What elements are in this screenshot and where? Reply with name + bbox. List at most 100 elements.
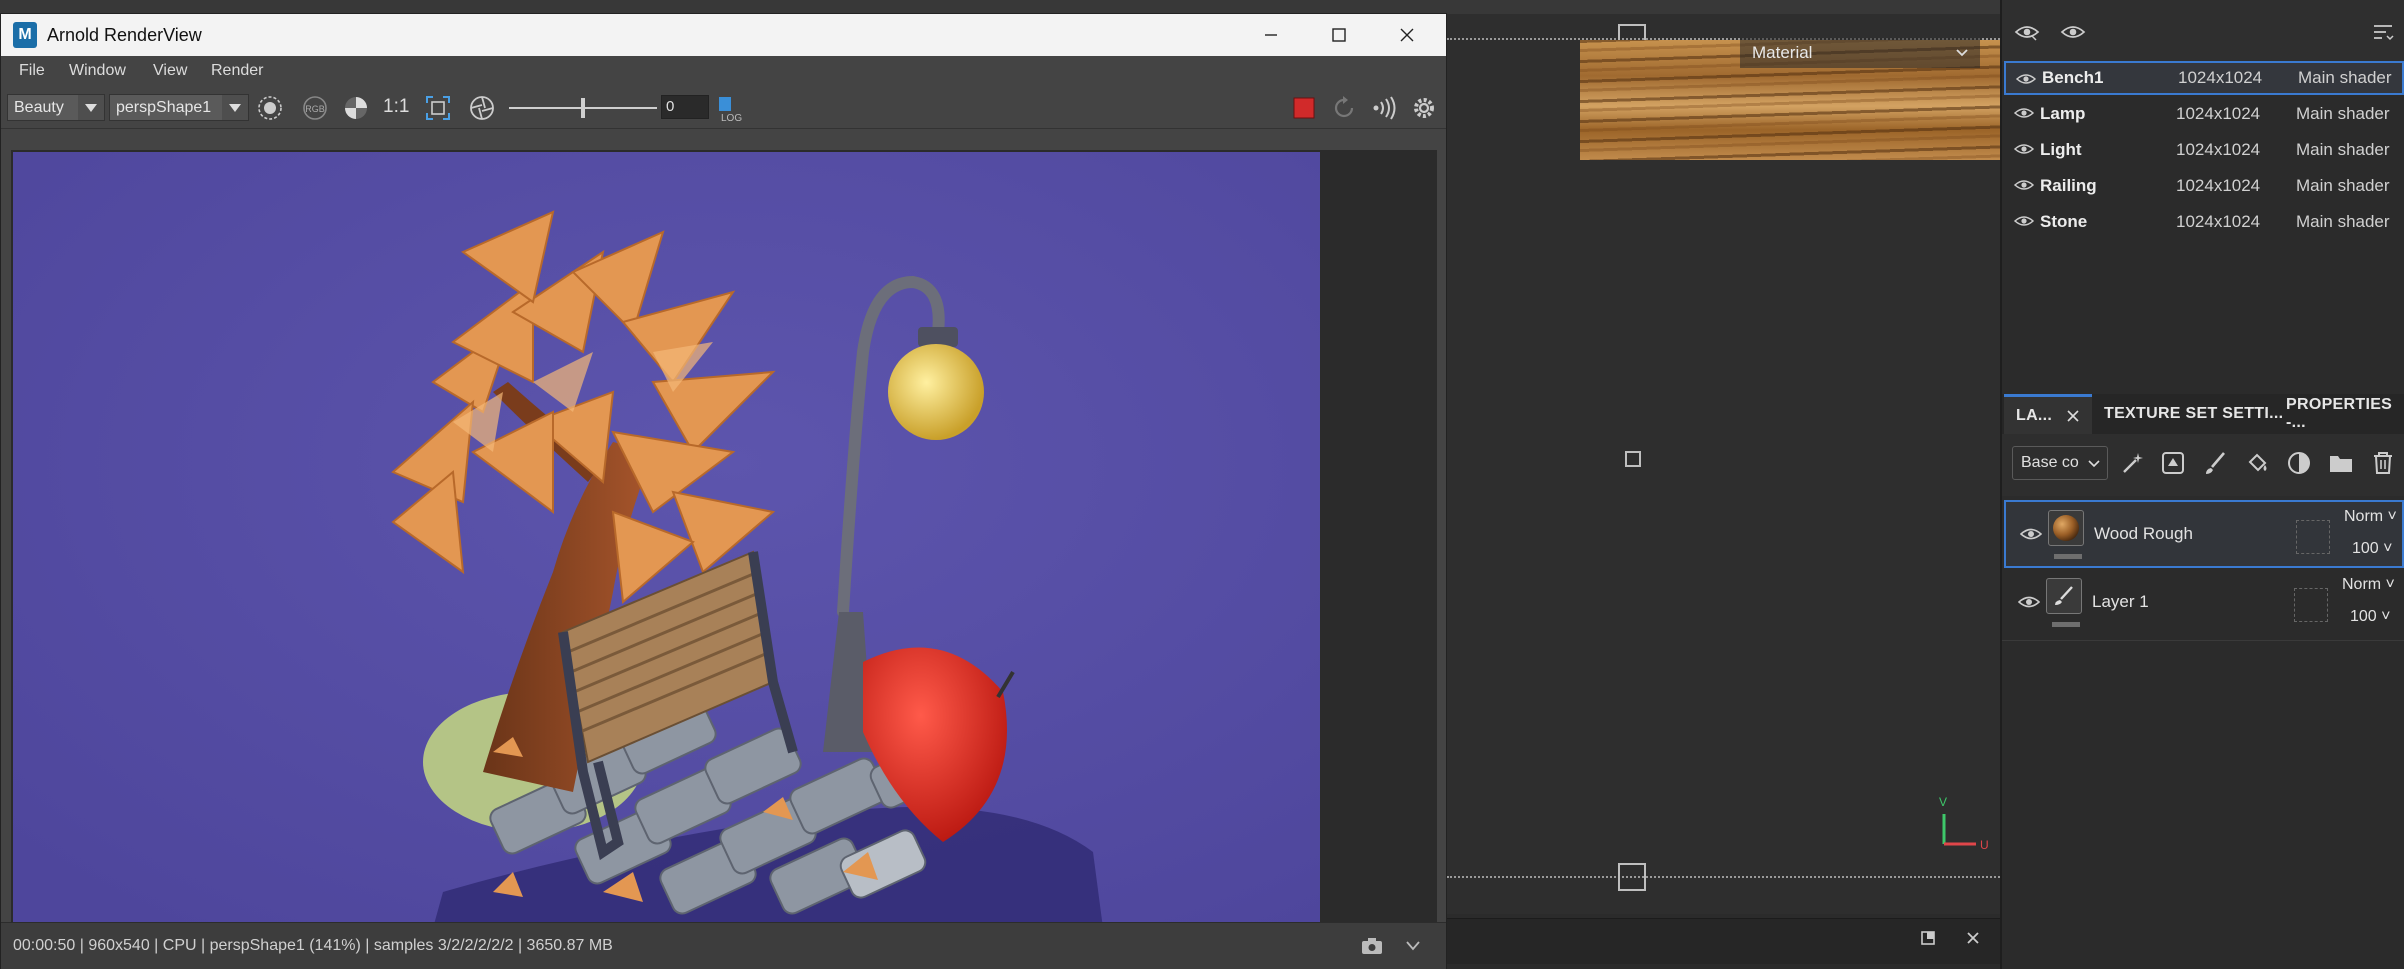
texture-set-name: Lamp: [2040, 104, 2086, 123]
uv-handle-bottom[interactable]: [1618, 863, 1646, 891]
menu-bar: File Window View Render: [1, 56, 1446, 86]
visibility-eye-icon[interactable]: [2014, 106, 2034, 120]
menu-render[interactable]: Render: [211, 62, 263, 80]
texture-set-row-stone[interactable]: Stone 1024x1024 Main shader: [2004, 205, 2404, 239]
uv-handle-center[interactable]: [1625, 451, 1641, 467]
tab-layers[interactable]: LA...: [2004, 394, 2092, 434]
close-button[interactable]: [1373, 14, 1441, 56]
layer-mask-slot[interactable]: [2296, 520, 2330, 554]
settings-gear-icon[interactable]: [1411, 95, 1437, 121]
texture-set-resolution: 1024x1024: [2176, 140, 2261, 159]
visibility-eye-icon[interactable]: [2014, 214, 2034, 228]
ratio-1-1-button[interactable]: 1:1: [383, 96, 409, 118]
menu-view[interactable]: View: [153, 62, 187, 80]
smart-material-icon[interactable]: [2286, 450, 2312, 476]
uv-axis-u-label: U: [1980, 838, 1989, 852]
solo-eye-icon[interactable]: [2060, 22, 2086, 42]
menu-window[interactable]: Window: [69, 62, 126, 80]
visibility-eye-icon[interactable]: [2014, 142, 2034, 156]
visibility-eye-icon[interactable]: [2018, 594, 2040, 610]
snapshot-camera-icon[interactable]: [1361, 937, 1383, 955]
tab-properties-label: PROPERTIES -...: [2286, 396, 2393, 431]
menu-file[interactable]: File: [19, 62, 45, 80]
channel-dropdown[interactable]: Base co: [2012, 446, 2108, 480]
chevron-down-icon: [1956, 49, 1968, 57]
display-settings-icon[interactable]: [343, 95, 369, 121]
minimize-button[interactable]: [1237, 14, 1305, 56]
add-fill-layer-icon[interactable]: [2160, 450, 2186, 476]
maximize-panel-icon[interactable]: [1920, 930, 1936, 946]
fill-bucket-icon[interactable]: [2244, 450, 2270, 476]
tab-texture-set-settings[interactable]: TEXTURE SET SETTI...: [2104, 394, 2283, 434]
layer-opacity[interactable]: 100 ˅: [2350, 608, 2391, 626]
minimize-icon: [1265, 34, 1277, 36]
texture-set-row-bench1[interactable]: Bench1 1024x1024 Main shader: [2004, 61, 2404, 95]
layer-mask-slot[interactable]: [2294, 588, 2328, 622]
trash-icon[interactable]: [2370, 450, 2396, 476]
region-crop-icon[interactable]: [425, 95, 451, 121]
folder-icon[interactable]: [2328, 450, 2354, 476]
frame-value: 0: [666, 98, 675, 115]
close-panel-icon[interactable]: [1965, 930, 1981, 946]
maximize-icon: [1332, 28, 1346, 42]
frame-input[interactable]: 0: [661, 95, 709, 119]
texture-set-shader: Main shader: [2296, 140, 2390, 159]
wood-ball-icon: [2053, 515, 2079, 541]
visibility-eye-icon[interactable]: [2016, 72, 2036, 86]
material-dropdown[interactable]: Material: [1740, 38, 1980, 68]
status-bar: 00:00:50 | 960x540 | CPU | perspShape1 (…: [1, 922, 1446, 969]
frame-slider-handle[interactable]: [581, 98, 585, 118]
texture-set-name: Stone: [2040, 212, 2088, 231]
rgb-channels-icon[interactable]: RGB: [301, 95, 329, 121]
texture-set-row-railing[interactable]: Railing 1024x1024 Main shader: [2004, 169, 2404, 203]
layer-opacity-value: 100: [2352, 540, 2379, 557]
chevron-down-icon[interactable]: [1405, 939, 1421, 953]
layer-opacity[interactable]: 100 ˅: [2352, 540, 2393, 558]
texture-set-row-light[interactable]: Light 1024x1024 Main shader: [2004, 133, 2404, 167]
visibility-eye-icon[interactable]: [2014, 178, 2034, 192]
layer-blend-mode[interactable]: Norm ˅: [2344, 508, 2397, 526]
layer-name[interactable]: Wood Rough: [2094, 524, 2193, 544]
layer-row-wood-rough[interactable]: Wood Rough Norm ˅ 100 ˅: [2004, 500, 2404, 568]
maya-app-icon-letter: M: [18, 26, 32, 43]
visibility-eye-toggle-icon[interactable]: [2014, 22, 2040, 42]
viewport-bottom-bar: [1447, 918, 2000, 964]
ratio-label: 1:1: [383, 96, 410, 117]
camera-dropdown[interactable]: perspShape1: [109, 94, 249, 121]
magic-wand-icon[interactable]: [2120, 450, 2146, 476]
ipr-broadcast-icon[interactable]: [1371, 95, 1397, 121]
camera-dropdown-label: perspShape1: [116, 98, 212, 116]
refresh-icon[interactable]: [1331, 95, 1357, 121]
layer-blend-mode-label: Norm: [2342, 576, 2382, 593]
rendered-image[interactable]: [13, 152, 1320, 928]
texture-set-name: Bench1: [2042, 68, 2104, 87]
maximize-button[interactable]: [1305, 14, 1373, 56]
texture-set-row-lamp[interactable]: Lamp 1024x1024 Main shader: [2004, 97, 2404, 131]
panel-tab-bar: LA... TEXTURE SET SETTI... PROPERTIES -.…: [2002, 394, 2404, 435]
log-icon[interactable]: LOG: [717, 95, 749, 123]
layer-opacity-value: 100: [2350, 608, 2377, 625]
layer-thumbnail: [2046, 578, 2082, 614]
texture-set-resolution: 1024x1024: [2176, 176, 2261, 195]
layer-blend-mode[interactable]: Norm ˅: [2342, 576, 2395, 594]
layer-row-layer-1[interactable]: Layer 1 Norm ˅ 100 ˅: [2004, 570, 2404, 638]
tab-properties[interactable]: PROPERTIES -...: [2286, 394, 2404, 434]
layer-thumbnail-bar: [2054, 554, 2082, 559]
close-tab-icon[interactable]: [2066, 409, 2080, 423]
texture-set-shader: Main shader: [2296, 104, 2390, 123]
visibility-eye-icon[interactable]: [2020, 526, 2042, 542]
arnold-renderview-window: M Arnold RenderView File Window View Ren…: [0, 13, 1447, 969]
window-titlebar[interactable]: M Arnold RenderView: [1, 14, 1446, 56]
texture-set-shader: Main shader: [2298, 68, 2392, 87]
shutter-icon[interactable]: [469, 95, 495, 121]
layer-thumbnail: [2048, 510, 2084, 546]
chevron-down-icon: [2088, 460, 2100, 468]
layer-thumbnail-bar: [2052, 622, 2080, 627]
list-settings-icon[interactable]: [2372, 22, 2396, 42]
aov-dropdown[interactable]: Beauty: [7, 94, 105, 121]
paint-brush-icon[interactable]: [2202, 450, 2228, 476]
aperture-icon[interactable]: [257, 95, 283, 121]
stop-render-icon[interactable]: [1291, 95, 1317, 121]
layer-name[interactable]: Layer 1: [2092, 592, 2149, 612]
triangle-down-icon: [85, 103, 97, 112]
